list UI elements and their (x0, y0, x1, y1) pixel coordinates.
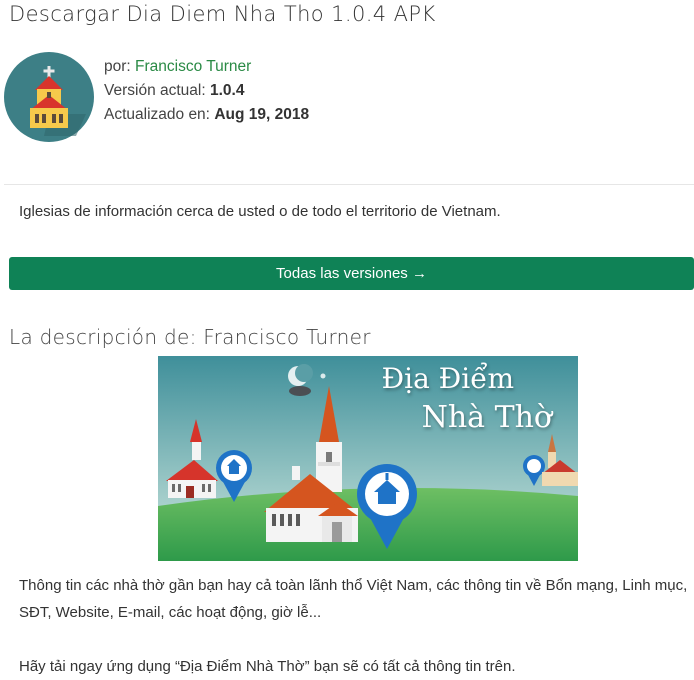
divider (4, 184, 694, 185)
banner-title-line2: Nhà Thờ (421, 400, 552, 435)
app-meta: por: Francisco Turner Versión actual: 1.… (104, 55, 309, 127)
version-value: 1.0.4 (210, 82, 245, 99)
description-heading: La descripción de: Francisco Turner (9, 325, 371, 349)
version-row: Versión actual: 1.0.4 (104, 79, 309, 103)
banner-title-line1: Địa Điểm (381, 362, 514, 395)
feature-banner: Địa Điểm Nhà Thờ (158, 356, 578, 561)
app-summary: Iglesias de información cerca de usted o… (19, 203, 501, 220)
updated-label: Actualizado en: (104, 106, 210, 123)
page-title: Descargar Dia Diem Nha Tho 1.0.4 APK (9, 2, 436, 26)
banner-illustration (158, 356, 578, 561)
description-paragraph-1: Thông tin các nhà thờ gần bạn hay cả toà… (19, 577, 688, 621)
author-row: por: Francisco Turner (104, 55, 309, 79)
author-link[interactable]: Francisco Turner (135, 58, 251, 75)
updated-value: Aug 19, 2018 (214, 106, 310, 123)
version-label: Versión actual: (104, 82, 206, 99)
church-icon (4, 52, 94, 142)
description-paragraph-2: Hãy tải ngay ứng dụng “Địa Điểm Nhà Thờ”… (19, 658, 516, 675)
updated-row: Actualizado en: Aug 19, 2018 (104, 103, 309, 127)
author-label: por: (104, 58, 131, 75)
all-versions-button[interactable]: Todas las versiones → (9, 257, 694, 290)
